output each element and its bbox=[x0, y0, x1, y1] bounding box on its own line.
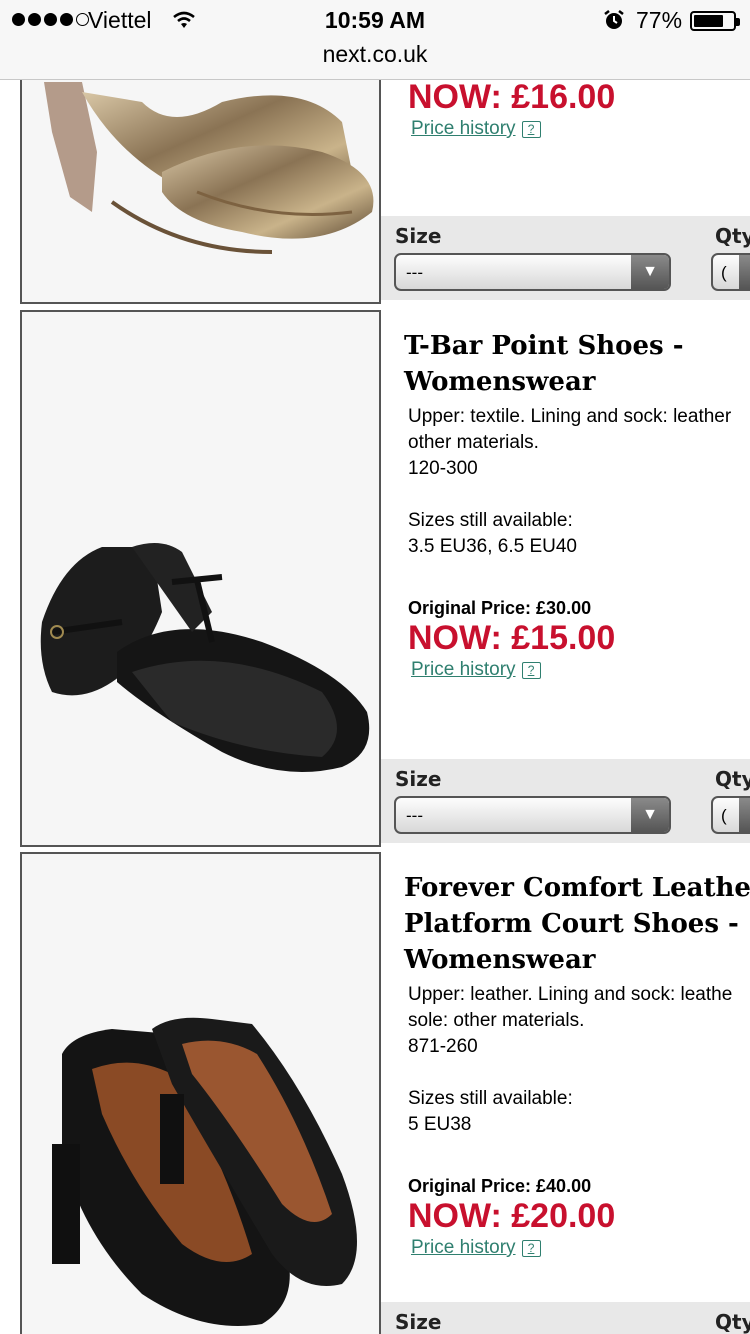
chevron-down-icon bbox=[739, 798, 750, 832]
product-title-line[interactable]: Womenswear bbox=[404, 942, 750, 978]
battery-icon bbox=[690, 11, 740, 31]
product-description: Upper: leather. Lining and sock: leathe … bbox=[404, 982, 750, 1060]
size-qty-bar: Size Qty --- ▼ ( bbox=[381, 216, 750, 300]
sizes-available: Sizes still available: 5 EU38 bbox=[404, 1086, 750, 1138]
price-history-icon[interactable]: ? bbox=[521, 120, 541, 138]
product-image[interactable] bbox=[20, 310, 381, 847]
qty-label: Qty bbox=[715, 224, 750, 248]
size-label: Size bbox=[395, 1310, 442, 1334]
price-history-link[interactable]: Price history ? bbox=[404, 659, 750, 681]
product-code: 871-260 bbox=[408, 1036, 478, 1057]
product-title-line[interactable]: Forever Comfort Leather bbox=[404, 870, 750, 906]
product-image[interactable] bbox=[20, 60, 381, 304]
battery-percentage: 77% bbox=[636, 7, 683, 33]
original-price: Original Price: £30.00 bbox=[408, 598, 592, 618]
sizes-available: Sizes still available: 3.5 EU36, 6.5 EU4… bbox=[404, 508, 750, 560]
qty-select[interactable]: ( bbox=[711, 253, 750, 291]
price-history-label[interactable]: Price history bbox=[411, 659, 516, 681]
qty-select[interactable]: ( bbox=[711, 796, 750, 834]
size-qty-bar: Size Qty bbox=[381, 1302, 750, 1334]
sizes-list: 5 EU38 bbox=[408, 1114, 472, 1135]
sizes-list: 3.5 EU36, 6.5 EU40 bbox=[408, 536, 577, 557]
chevron-down-icon: ▼ bbox=[631, 798, 669, 832]
now-price: NOW: £16.00 bbox=[408, 78, 616, 116]
price-history-label[interactable]: Price history bbox=[411, 118, 516, 140]
chevron-down-icon: ▼ bbox=[631, 255, 669, 289]
qty-label: Qty bbox=[715, 1310, 750, 1334]
size-select-value: --- bbox=[406, 263, 423, 282]
size-label: Size bbox=[395, 767, 442, 791]
original-price: Original Price: £40.00 bbox=[408, 1176, 592, 1196]
product-title[interactable]: T-Bar Point Shoes - Womenswear bbox=[404, 328, 750, 400]
price-history-link[interactable]: Price history ? bbox=[404, 118, 750, 140]
size-select-value: --- bbox=[406, 806, 423, 825]
product-image[interactable] bbox=[20, 852, 381, 1334]
sizes-label: Sizes still available: bbox=[408, 510, 573, 531]
now-price: NOW: £15.00 bbox=[408, 619, 616, 657]
price-history-icon[interactable]: ? bbox=[521, 661, 541, 679]
now-price: NOW: £20.00 bbox=[408, 1197, 616, 1235]
alarm-icon bbox=[604, 10, 624, 29]
description-line: Upper: leather. Lining and sock: leathe bbox=[408, 984, 733, 1005]
product-code: 120-300 bbox=[408, 458, 478, 479]
size-select[interactable]: --- ▼ bbox=[394, 796, 671, 834]
description-line: Upper: textile. Lining and sock: leather bbox=[408, 406, 732, 427]
description-line: sole: other materials. bbox=[408, 1010, 585, 1031]
product-title[interactable]: Forever Comfort Leather Platform Court S… bbox=[404, 870, 750, 978]
price-history-link[interactable]: Price history ? bbox=[404, 1237, 750, 1259]
description-line: other materials. bbox=[408, 432, 539, 453]
size-label: Size bbox=[395, 224, 442, 248]
qty-select-value: ( bbox=[721, 806, 727, 825]
size-select[interactable]: --- ▼ bbox=[394, 253, 671, 291]
product-title-line[interactable]: Platform Court Shoes - bbox=[404, 906, 750, 942]
sizes-label: Sizes still available: bbox=[408, 1088, 573, 1109]
product-title-line[interactable]: Womenswear bbox=[404, 364, 750, 400]
status-bar: Viettel 10:59 AM 77% bbox=[0, 0, 750, 40]
price-history-label[interactable]: Price history bbox=[411, 1237, 516, 1259]
url-bar[interactable]: next.co.uk bbox=[0, 41, 750, 68]
price-history-icon[interactable]: ? bbox=[521, 1239, 541, 1257]
product-description: Upper: textile. Lining and sock: leather… bbox=[404, 404, 750, 482]
chevron-down-icon bbox=[739, 255, 750, 289]
qty-select-value: ( bbox=[721, 263, 727, 282]
browser-top-bar: Viettel 10:59 AM 77% next.co.uk bbox=[0, 0, 750, 80]
product-title-line[interactable]: T-Bar Point Shoes - bbox=[404, 328, 750, 364]
size-qty-bar: Size Qty --- ▼ ( bbox=[381, 759, 750, 843]
qty-label: Qty bbox=[715, 767, 750, 791]
